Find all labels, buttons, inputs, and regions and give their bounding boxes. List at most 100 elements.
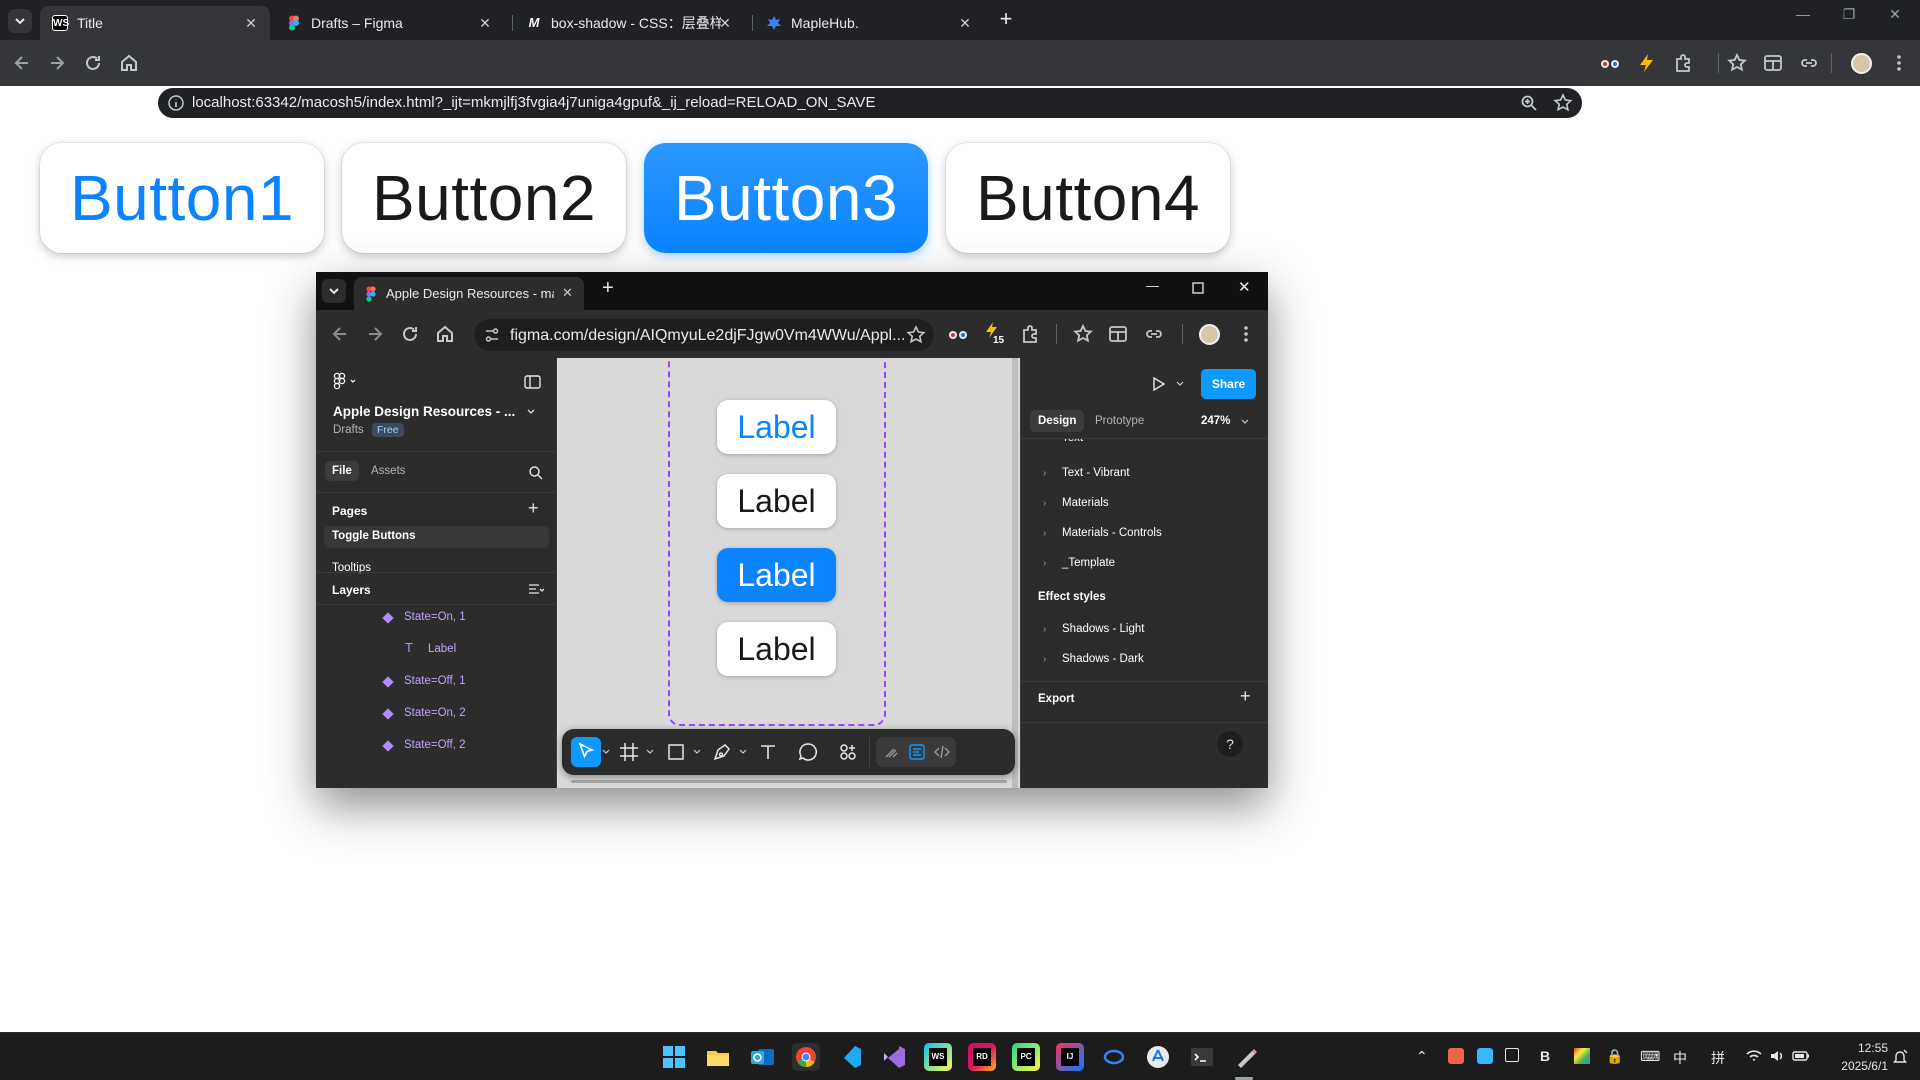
intellij-icon[interactable]: IJ [1056, 1043, 1084, 1071]
tray-bold-icon[interactable]: B [1540, 1048, 1550, 1064]
layer-list-icon[interactable] [528, 583, 544, 597]
style-item-partial[interactable]: Text [1021, 439, 1268, 449]
notification-bell-icon[interactable] [1892, 1048, 1908, 1066]
browser-tab-title[interactable]: WS Title ✕ [40, 6, 270, 40]
help-button[interactable]: ? [1217, 731, 1243, 757]
profile-avatar[interactable] [1851, 53, 1872, 74]
actions-tool-icon[interactable] [836, 740, 860, 764]
chevron-down-icon[interactable] [739, 749, 747, 755]
move-tool-button[interactable] [571, 737, 601, 767]
tab-prototype[interactable]: Prototype [1095, 415, 1144, 427]
side-panel-icon[interactable] [1761, 51, 1785, 75]
style-item[interactable]: Materials - Controls [1062, 527, 1162, 539]
browser-tab-figma[interactable]: Drafts – Figma ✕ [274, 6, 504, 40]
share-button[interactable]: Share [1201, 369, 1256, 399]
comment-tool-icon[interactable] [796, 740, 820, 764]
chevron-down-icon[interactable] [646, 749, 654, 755]
glasses-extension-icon[interactable] [946, 322, 970, 346]
reload-icon[interactable] [398, 322, 422, 346]
figma-canvas[interactable]: Label Label Label Label [557, 358, 1020, 788]
canvas-scrollbar[interactable] [1012, 358, 1018, 788]
layer-item[interactable]: Label [428, 643, 456, 655]
rider-icon[interactable]: RD [968, 1043, 996, 1071]
text-tool-icon[interactable] [756, 740, 780, 764]
draw-mode-icon[interactable] [882, 742, 902, 762]
chevron-right-icon[interactable]: › [1043, 558, 1046, 569]
close-tab-icon[interactable]: ✕ [242, 14, 260, 32]
back-icon[interactable] [328, 322, 352, 346]
file-title[interactable]: Apple Design Resources - ... [333, 404, 515, 419]
pycharm-icon[interactable]: PC [1012, 1043, 1040, 1071]
canvas-label-button[interactable]: Label [717, 400, 836, 454]
app-store-icon[interactable] [1144, 1043, 1172, 1071]
add-export-icon[interactable]: + [1240, 686, 1251, 707]
toggle-sidebar-icon[interactable] [524, 374, 542, 390]
canvas-label-button[interactable]: Label [717, 622, 836, 676]
clock-date[interactable]: 2025/6/1 [1820, 1059, 1888, 1073]
new-tab-button[interactable]: + [602, 277, 614, 300]
style-item[interactable]: _Template [1062, 557, 1115, 569]
profile-avatar[interactable] [1199, 324, 1220, 345]
reload-icon[interactable] [81, 51, 105, 75]
link-icon[interactable] [1142, 322, 1166, 346]
start-windows-icon[interactable] [660, 1043, 688, 1071]
extensions-puzzle-icon[interactable] [1018, 322, 1042, 346]
layer-item[interactable]: State=Off, 2 [404, 739, 465, 751]
chevron-down-icon[interactable] [526, 408, 536, 416]
tray-window-icon[interactable] [1505, 1048, 1519, 1062]
zoom-icon[interactable] [1520, 94, 1538, 112]
bookmarks-icon[interactable] [1725, 51, 1749, 75]
home-icon[interactable] [433, 322, 457, 346]
effect-style-item[interactable]: Shadows - Dark [1062, 653, 1144, 665]
tray-security-icon[interactable]: 🔒 [1606, 1048, 1623, 1065]
chevron-down-icon[interactable] [1241, 419, 1249, 425]
close-tab-icon[interactable]: ✕ [476, 14, 494, 32]
side-panel-icon[interactable] [1106, 322, 1130, 346]
new-tab-button[interactable]: + [994, 8, 1018, 32]
button-2[interactable]: Button2 [342, 143, 626, 253]
effect-style-item[interactable]: Shadows - Light [1062, 623, 1144, 635]
chrome-icon[interactable] [792, 1043, 820, 1071]
code-icon[interactable] [932, 742, 952, 762]
chevron-right-icon[interactable]: › [1043, 654, 1046, 665]
show-hidden-icons[interactable]: ⌃ [1416, 1048, 1428, 1065]
visual-studio-icon[interactable] [880, 1043, 908, 1071]
rectangle-tool-icon[interactable] [664, 740, 688, 764]
keyboard-icon[interactable]: ⌨ [1640, 1048, 1660, 1065]
search-icon[interactable] [528, 465, 544, 481]
play-icon[interactable] [1150, 376, 1166, 392]
wifi-icon[interactable] [1745, 1047, 1763, 1065]
site-settings-icon[interactable] [483, 326, 501, 344]
ime-mode[interactable]: 拼 [1711, 1048, 1725, 1068]
ime-language[interactable]: 中 [1673, 1048, 1687, 1068]
minimize-icon[interactable]: — [1146, 278, 1159, 293]
zoom-level[interactable]: 247% [1201, 415, 1230, 427]
tray-app-icon[interactable] [1448, 1048, 1464, 1064]
site-info-icon[interactable] [167, 94, 185, 112]
close-tab-icon[interactable]: ✕ [562, 285, 573, 301]
browser-tab-mdn[interactable]: M box-shadow - CSS：层叠样式 ✕ [514, 6, 744, 40]
close-tab-icon[interactable]: ✕ [956, 14, 974, 32]
volume-icon[interactable] [1768, 1047, 1786, 1065]
restore-icon[interactable]: ❐ [1826, 0, 1872, 30]
style-item[interactable]: Text - Vibrant [1062, 467, 1130, 479]
layer-item[interactable]: State=On, 2 [404, 707, 466, 719]
button-3[interactable]: Button3 [644, 143, 928, 253]
chevron-down-icon[interactable] [602, 749, 610, 755]
chevron-right-icon[interactable]: › [1043, 528, 1046, 539]
bookmark-star-icon[interactable] [1553, 93, 1573, 113]
home-icon[interactable] [117, 51, 141, 75]
chevron-down-icon[interactable] [1176, 381, 1184, 387]
browser-tab-maplehub[interactable]: MapleHub. ✕ [754, 6, 984, 40]
chevron-down-icon[interactable] [693, 749, 701, 755]
tray-cloud-icon[interactable] [1477, 1048, 1493, 1064]
dev-mode-figma-icon[interactable] [907, 742, 927, 762]
tab-assets[interactable]: Assets [371, 465, 406, 477]
tab-search-button[interactable] [8, 9, 32, 33]
webstorm-icon[interactable]: WS [924, 1043, 952, 1071]
forward-icon[interactable] [45, 51, 69, 75]
close-window-icon[interactable]: ✕ [1872, 0, 1918, 30]
back-icon[interactable] [10, 51, 34, 75]
battery-icon[interactable] [1791, 1047, 1811, 1065]
menu-kebab-icon[interactable] [1234, 322, 1258, 346]
